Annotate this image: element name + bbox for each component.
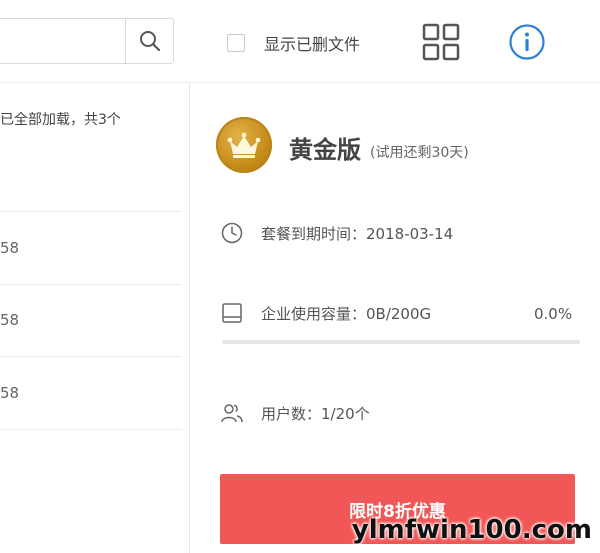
file-row-value: 58 [0,239,20,257]
plan-info-panel: 黄金版 (试用还剩30天) 套餐到期时间：2018-03-14 企业使用容量：0… [190,83,600,553]
show-deleted-checkbox[interactable] [227,34,245,52]
file-row-value: 58 [0,311,20,329]
show-deleted-toggle[interactable]: 显示已删文件 [227,32,360,54]
expiry-text: 套餐到期时间：2018-03-14 [261,224,454,243]
search-input[interactable] [0,18,125,64]
file-row[interactable]: 58 [0,211,182,285]
file-row[interactable]: 58 [0,284,182,357]
storage-row: 企业使用容量：0B/200G [220,301,431,325]
expiry-row: 套餐到期时间：2018-03-14 [220,221,453,245]
file-list-pane: 已全部加载，共3个 58 58 58 [0,83,189,553]
load-status-text: 已全部加载，共3个 [0,112,121,128]
users-row: 用户数：1/20个 [220,401,370,425]
top-toolbar: 显示已删文件 [0,0,600,83]
grid-view-button[interactable] [421,22,461,62]
users-text: 用户数：1/20个 [261,404,370,423]
file-row-value: 58 [0,384,20,402]
storage-text: 企业使用容量：0B/200G [261,304,432,323]
plan-name: 黄金版 [289,136,361,164]
show-deleted-label: 显示已删文件 [264,35,361,54]
info-icon [509,24,545,60]
storage-icon [220,301,244,325]
plan-trial-remaining: (试用还剩30天) [370,145,469,161]
file-row[interactable]: 58 [0,357,182,430]
plan-badge [216,117,272,173]
search-icon [139,31,160,52]
info-button[interactable] [507,22,547,62]
storage-progress-bar [222,340,580,344]
storage-percent: 0.0% [534,305,573,323]
search-button[interactable] [125,18,174,64]
watermark: ylmfwin100.com [351,515,592,545]
users-icon [220,401,244,425]
clock-icon [220,221,244,245]
crown-icon [227,132,261,158]
grid-icon [422,23,460,61]
